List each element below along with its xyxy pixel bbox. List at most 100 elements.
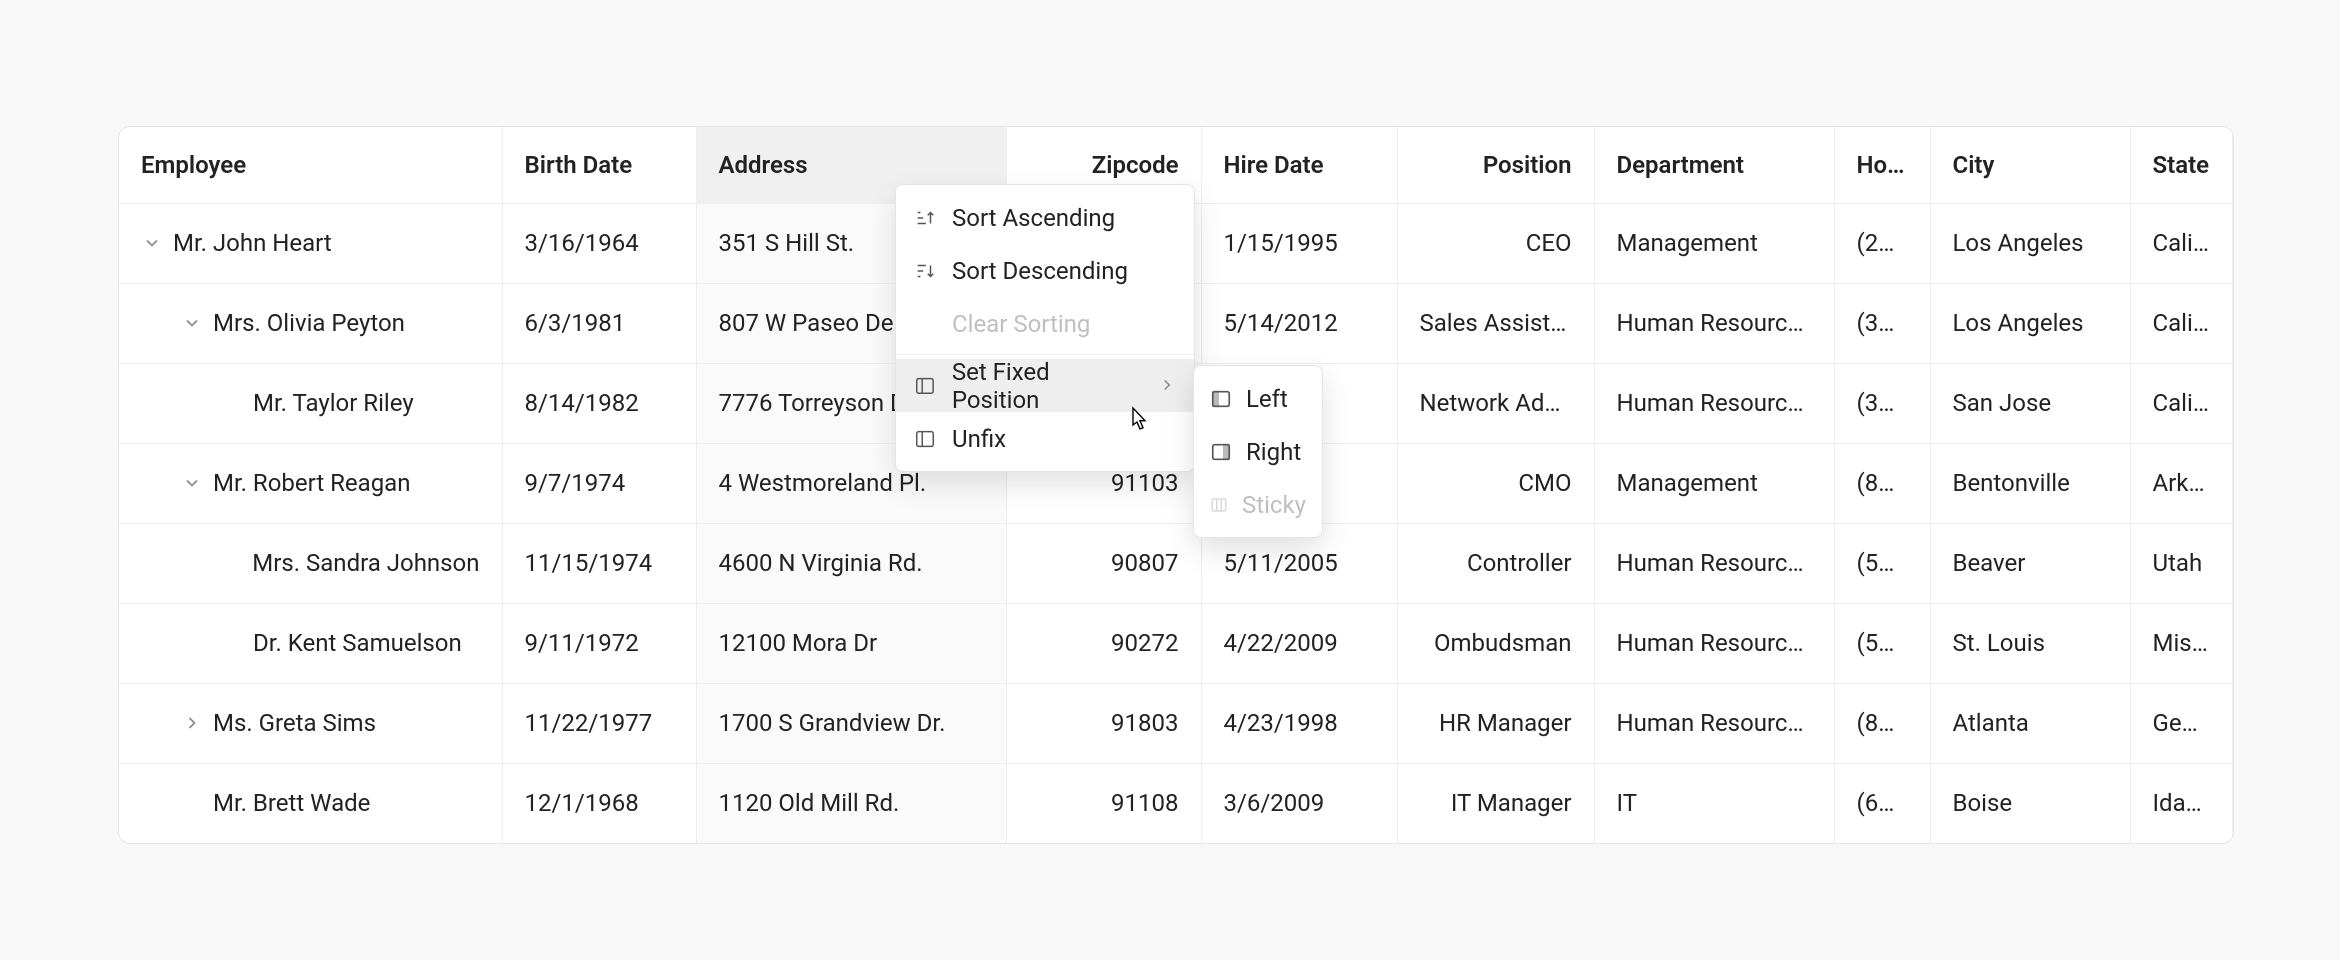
position-cell: CMO xyxy=(1397,443,1594,523)
home-phone-cell: (562) 5 xyxy=(1834,523,1930,603)
position-cell: Network Admin xyxy=(1397,363,1594,443)
menu-clear-sorting: Clear Sorting xyxy=(896,297,1194,350)
birth-date-cell: 8/14/1982 xyxy=(502,363,696,443)
city-cell: Bentonville xyxy=(1930,443,2130,523)
state-cell: California xyxy=(2130,363,2233,443)
menu-item-label: Set Fixed Position xyxy=(952,358,1142,414)
city-cell: Boise xyxy=(1930,763,2130,843)
address-cell: 1120 Old Mill Rd. xyxy=(696,763,1006,843)
menu-sort-descending[interactable]: Sort Descending xyxy=(896,244,1194,297)
fixed-position-submenu: Left Right Sticky xyxy=(1193,365,1323,538)
state-cell: Georgia xyxy=(2130,683,2233,763)
home-phone-cell: (562) 5 xyxy=(1834,603,1930,683)
employee-name: Mr. Brett Wade xyxy=(213,789,370,817)
column-header-home[interactable]: Home xyxy=(1834,127,1930,203)
sort-descending-icon xyxy=(914,260,936,282)
home-phone-cell: (818) 5 xyxy=(1834,683,1930,763)
position-cell: CEO xyxy=(1397,203,1594,283)
hire-date-cell: 1/15/1995 xyxy=(1201,203,1397,283)
expand-spacer xyxy=(221,552,242,574)
menu-unfix[interactable]: Unfix xyxy=(896,412,1194,465)
submenu-right[interactable]: Right xyxy=(1194,425,1322,478)
department-cell: Management xyxy=(1594,203,1834,283)
expand-spacer xyxy=(181,792,203,814)
department-cell: Human Resources xyxy=(1594,363,1834,443)
zipcode-cell: 91108 xyxy=(1006,763,1201,843)
state-cell: California xyxy=(2130,283,2233,363)
birth-date-cell: 6/3/1981 xyxy=(502,283,696,363)
position-cell: HR Manager xyxy=(1397,683,1594,763)
state-cell: Utah xyxy=(2130,523,2233,603)
unfix-icon xyxy=(914,428,936,450)
column-header-employee[interactable]: Employee xyxy=(119,127,502,203)
home-phone-cell: (310) 5 xyxy=(1834,283,1930,363)
employee-name: Mr. Robert Reagan xyxy=(213,469,410,497)
chevron-down-icon[interactable] xyxy=(181,312,203,334)
department-cell: Human Resources xyxy=(1594,683,1834,763)
submenu-left[interactable]: Left xyxy=(1194,372,1322,425)
sort-ascending-icon xyxy=(914,207,936,229)
home-phone-cell: (213) 5 xyxy=(1834,203,1930,283)
expand-spacer xyxy=(221,632,243,654)
employee-name: Mrs. Sandra Johnson xyxy=(252,549,479,577)
city-cell: Beaver xyxy=(1930,523,2130,603)
state-cell: Missouri xyxy=(2130,603,2233,683)
birth-date-cell: 11/15/1974 xyxy=(502,523,696,603)
menu-item-label: Sort Ascending xyxy=(952,204,1115,232)
column-header-state[interactable]: State xyxy=(2130,127,2233,203)
employee-name: Mr. John Heart xyxy=(173,229,332,257)
employee-name: Mrs. Olivia Peyton xyxy=(213,309,405,337)
column-header-position[interactable]: Position xyxy=(1397,127,1594,203)
zipcode-cell: 90807 xyxy=(1006,523,1201,603)
city-cell: San Jose xyxy=(1930,363,2130,443)
state-cell: California xyxy=(2130,203,2233,283)
column-fixing-icon xyxy=(914,375,936,397)
birth-date-cell: 9/7/1974 xyxy=(502,443,696,523)
address-cell: 1700 S Grandview Dr. xyxy=(696,683,1006,763)
chevron-right-icon[interactable] xyxy=(181,712,203,734)
address-cell: 4600 N Virginia Rd. xyxy=(696,523,1006,603)
chevron-right-icon xyxy=(1158,372,1176,400)
fix-right-icon xyxy=(1210,441,1232,463)
menu-item-label: Left xyxy=(1246,385,1288,413)
position-cell: IT Manager xyxy=(1397,763,1594,843)
birth-date-cell: 3/16/1964 xyxy=(502,203,696,283)
birth-date-cell: 9/11/1972 xyxy=(502,603,696,683)
department-cell: Human Resources xyxy=(1594,603,1834,683)
city-cell: St. Louis xyxy=(1930,603,2130,683)
menu-item-label: Unfix xyxy=(952,425,1006,453)
clear-sorting-icon xyxy=(914,313,936,335)
chevron-down-icon[interactable] xyxy=(141,232,163,254)
state-cell: Idaho xyxy=(2130,763,2233,843)
state-cell: Arkansas xyxy=(2130,443,2233,523)
column-header-hire[interactable]: Hire Date xyxy=(1201,127,1397,203)
column-header-birth[interactable]: Birth Date xyxy=(502,127,696,203)
column-context-menu: Sort Ascending Sort Descending Clear Sor… xyxy=(895,184,1195,472)
fix-left-icon xyxy=(1210,388,1232,410)
table-row[interactable]: Dr. Kent Samuelson 9/11/197212100 Mora Dr… xyxy=(119,603,2233,683)
birth-date-cell: 12/1/1968 xyxy=(502,763,696,843)
fix-sticky-icon xyxy=(1210,494,1228,516)
menu-item-label: Right xyxy=(1246,438,1301,466)
department-cell: Management xyxy=(1594,443,1834,523)
expand-spacer xyxy=(221,392,243,414)
birth-date-cell: 11/22/1977 xyxy=(502,683,696,763)
hire-date-cell: 4/22/2009 xyxy=(1201,603,1397,683)
table-row[interactable]: Mrs. Sandra Johnson 11/15/19744600 N Virg… xyxy=(119,523,2233,603)
position-cell: Ombudsman xyxy=(1397,603,1594,683)
employee-name: Mr. Taylor Riley xyxy=(253,389,414,417)
menu-item-label: Sort Descending xyxy=(952,257,1128,285)
menu-sort-ascending[interactable]: Sort Ascending xyxy=(896,191,1194,244)
address-cell: 12100 Mora Dr xyxy=(696,603,1006,683)
table-row[interactable]: Ms. Greta Sims11/22/19771700 S Grandview… xyxy=(119,683,2233,763)
menu-set-fixed-position[interactable]: Set Fixed Position xyxy=(896,359,1194,412)
city-cell: Los Angeles xyxy=(1930,283,2130,363)
menu-item-label: Clear Sorting xyxy=(952,310,1090,338)
table-row[interactable]: Mr. Brett Wade 12/1/19681120 Old Mill Rd.… xyxy=(119,763,2233,843)
chevron-down-icon[interactable] xyxy=(181,472,203,494)
employee-name: Dr. Kent Samuelson xyxy=(253,629,462,657)
column-header-city[interactable]: City xyxy=(1930,127,2130,203)
menu-separator xyxy=(896,354,1194,355)
column-header-department[interactable]: Department xyxy=(1594,127,1834,203)
department-cell: IT xyxy=(1594,763,1834,843)
